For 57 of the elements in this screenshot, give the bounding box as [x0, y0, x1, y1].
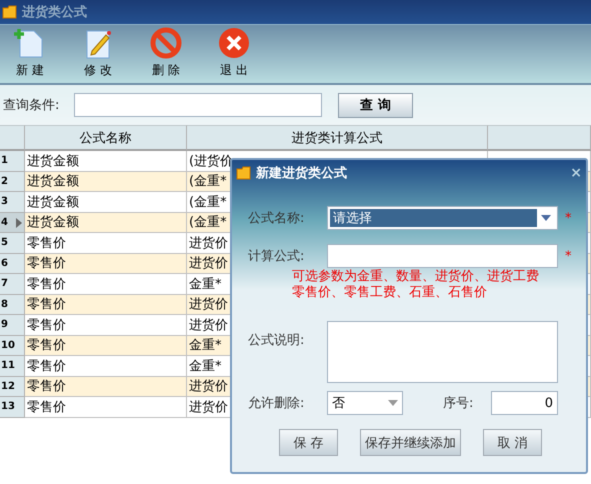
row-number: 10: [0, 336, 25, 356]
table-cell: 零售价: [25, 315, 187, 336]
field-label: 序号:: [443, 395, 474, 412]
row-number: 11: [0, 356, 25, 376]
caret-icon: [541, 215, 551, 221]
table-cell: 零售价: [25, 356, 187, 376]
folder-icon: [236, 166, 252, 180]
table-cell: 零售价: [25, 376, 187, 397]
row-number: 12: [0, 376, 25, 397]
close-button[interactable]: ×: [570, 165, 582, 181]
table-cell: 零售价: [25, 397, 187, 418]
toolbar-button[interactable]: 删 除: [142, 25, 190, 83]
allow-delete-dropdown[interactable]: 否: [327, 391, 403, 415]
table-cell: 零售价: [25, 233, 187, 254]
column-header[interactable]: 进货类计算公式: [187, 125, 488, 151]
row-number: 5: [0, 233, 25, 254]
table-cell: 零售价: [25, 254, 187, 274]
prohibited-icon: [150, 27, 182, 59]
dialog-button[interactable]: 保 存: [279, 429, 338, 456]
table-cell: 零售价: [25, 294, 187, 315]
row-number: 3: [0, 192, 25, 212]
row-number: 9: [0, 315, 25, 336]
toolbar-button[interactable]: 新 建: [6, 25, 54, 83]
caret-icon: [388, 400, 398, 406]
field-label: 公式名称:: [248, 210, 306, 227]
row-number: 1: [0, 151, 25, 172]
column-header[interactable]: 公式名称: [25, 125, 187, 151]
query-button[interactable]: 查 询: [338, 92, 413, 118]
query-field[interactable]: [74, 93, 322, 117]
row-number: 8: [0, 294, 25, 315]
close-icon: [218, 27, 250, 59]
field-label: 允许删除:: [248, 395, 306, 412]
sequence-field[interactable]: 0: [491, 391, 558, 415]
row-number: 2: [0, 172, 25, 192]
toolbar-button[interactable]: 退 出: [210, 25, 258, 83]
current-row-icon: [16, 218, 22, 228]
table-cell: 进货金额: [25, 172, 187, 192]
row-number: 7: [0, 274, 25, 294]
formula-field[interactable]: [327, 244, 558, 268]
table-cell: 进货金额: [25, 151, 187, 172]
required-mark: *: [565, 210, 572, 226]
query-label: 查询条件:: [3, 97, 60, 114]
table-cell: 进货金额: [25, 192, 187, 212]
dialog-button[interactable]: 保存并继续添加: [360, 429, 461, 456]
folder-icon: [2, 5, 18, 19]
required-mark: *: [565, 248, 572, 264]
table-cell: 零售价: [25, 336, 187, 356]
toolbar-button[interactable]: 修 改: [74, 25, 122, 83]
dialog-button[interactable]: 取 消: [483, 429, 542, 456]
row-number: 6: [0, 254, 25, 274]
table-cell: 零售价: [25, 274, 187, 294]
row-number: 4: [0, 212, 25, 233]
description-field[interactable]: [327, 321, 558, 383]
table-cell: 进货金额: [25, 212, 187, 233]
row-number: 13: [0, 397, 25, 418]
window-title: 进货类公式: [22, 4, 87, 21]
name-dropdown[interactable]: 请选择: [327, 206, 558, 230]
